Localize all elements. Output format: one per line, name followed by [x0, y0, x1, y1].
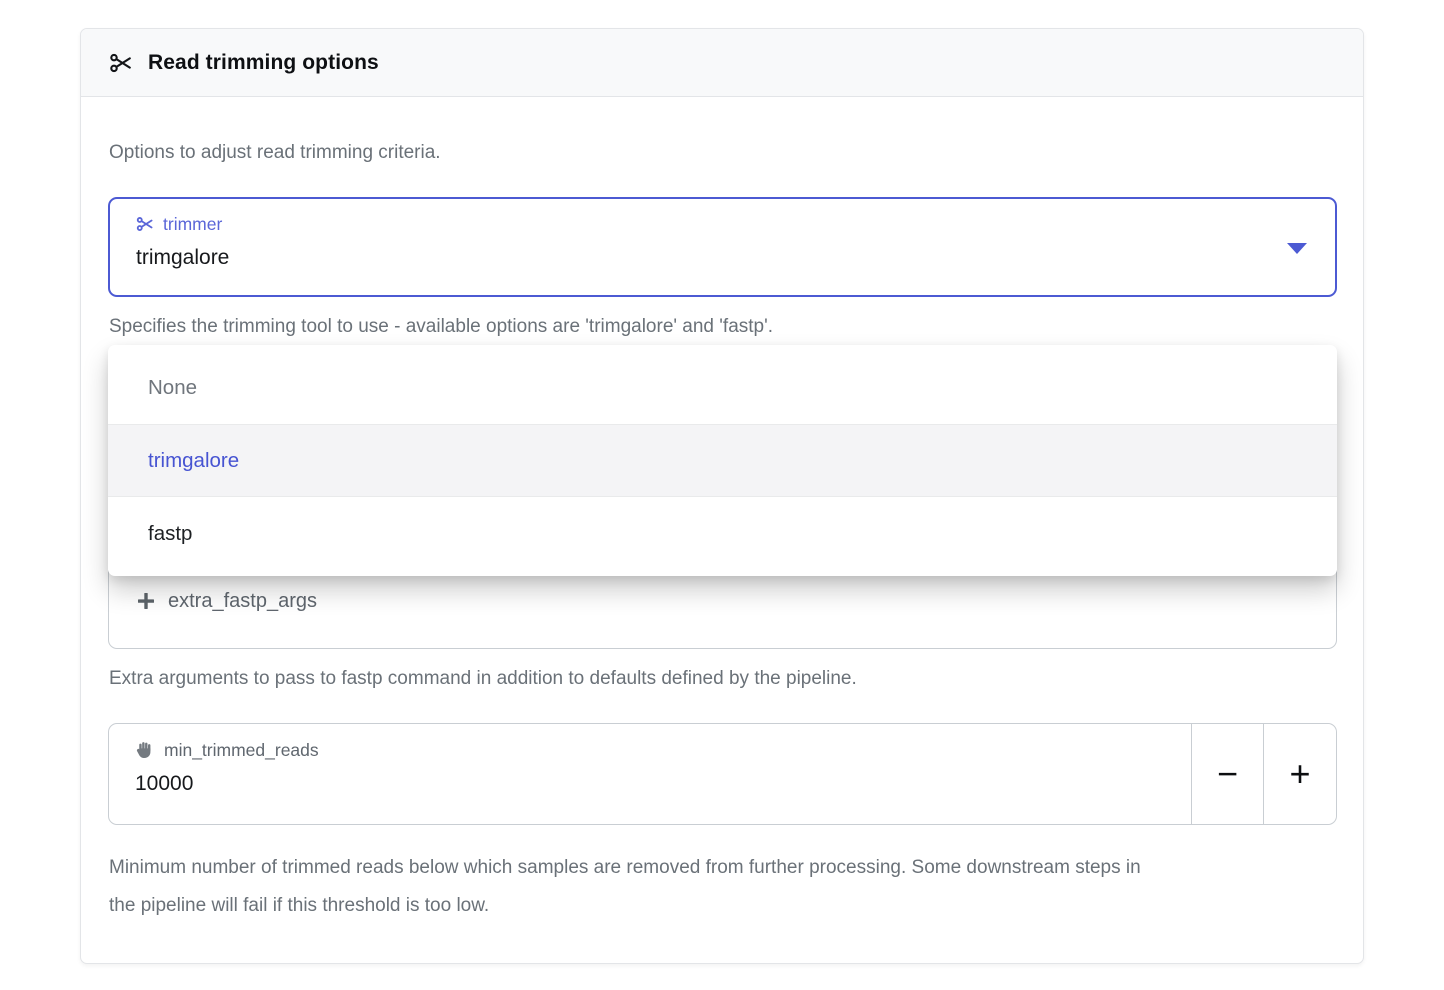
dropdown-option-fastp[interactable]: fastp [108, 497, 1337, 570]
scissors-icon [136, 215, 154, 233]
panel-title: Read trimming options [148, 51, 379, 75]
read-trimming-panel: Read trimming options Options to adjust … [80, 28, 1364, 964]
min-trimmed-help: Minimum number of trimmed reads below wh… [109, 849, 1159, 925]
scissors-icon [109, 51, 133, 75]
trimmer-label-row: trimmer [136, 213, 1309, 235]
trimmer-select[interactable]: trimmer trimgalore [108, 197, 1337, 297]
min-trimmed-reads-group: min_trimmed_reads 10000 − + [108, 723, 1337, 825]
trimmer-help: Specifies the trimming tool to use - ava… [109, 313, 773, 341]
min-trimmed-label: min_trimmed_reads [164, 739, 319, 761]
plus-icon: + [1289, 753, 1310, 795]
caret-down-icon[interactable] [1287, 243, 1307, 254]
extra-fastp-label-row: extra_fastp_args [135, 590, 317, 612]
minus-icon: − [1217, 753, 1238, 795]
increase-button[interactable]: + [1264, 724, 1336, 824]
min-trimmed-label-row: min_trimmed_reads [135, 739, 1165, 761]
min-trimmed-reads-input[interactable]: min_trimmed_reads 10000 [109, 724, 1192, 824]
dropdown-option-trimgalore[interactable]: trimgalore [108, 424, 1337, 497]
trimmer-label: trimmer [163, 213, 222, 235]
extra-fastp-help: Extra arguments to pass to fastp command… [109, 665, 857, 693]
trimmer-dropdown-menu: None trimgalore fastp [108, 345, 1337, 576]
min-trimmed-value: 10000 [135, 770, 1165, 798]
panel-description: Options to adjust read trimming criteria… [109, 139, 441, 167]
dropdown-option-none[interactable]: None [108, 351, 1337, 424]
trimmer-value: trimgalore [136, 244, 1309, 272]
decrease-button[interactable]: − [1192, 724, 1264, 824]
extra-fastp-label: extra_fastp_args [168, 590, 317, 612]
panel-header: Read trimming options [81, 29, 1363, 97]
page: { "panel": { "title": "Read trimming opt… [0, 0, 1444, 990]
hand-icon [135, 740, 155, 760]
plus-icon [135, 590, 157, 612]
